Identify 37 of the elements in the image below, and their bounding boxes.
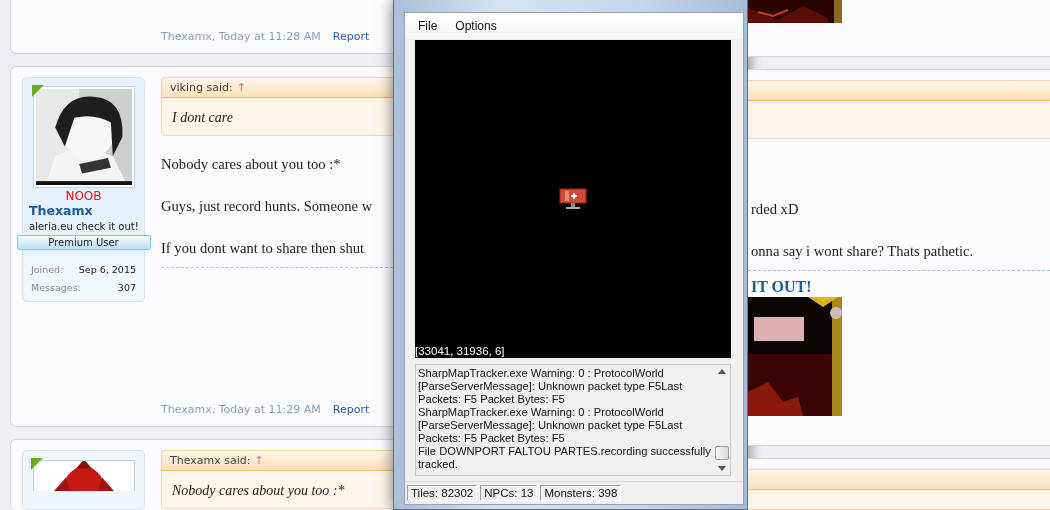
scroll-down-icon[interactable] xyxy=(718,466,726,471)
scroll-thumb[interactable] xyxy=(715,446,729,460)
status-panel: NPCs: 13 xyxy=(480,485,538,501)
stat-value: 307 xyxy=(117,281,136,296)
quote-text: I dont care xyxy=(172,110,233,126)
quote-author: Thexamx said: xyxy=(170,454,251,467)
message-text: Guys, just record hunts. Someone w xyxy=(161,198,373,215)
signature-text: IT OUT! xyxy=(750,276,813,297)
corner-marker-icon xyxy=(30,458,43,470)
stat-label: Joined: xyxy=(31,263,64,278)
message-text: onna say i wont share? Thats pathetic. xyxy=(750,242,974,259)
report-link[interactable]: Report xyxy=(332,30,370,44)
post-meta: Thexamx, Today at 11:29 AM xyxy=(161,403,321,416)
monitor-icon xyxy=(559,188,587,210)
scroll-up-icon[interactable] xyxy=(718,369,726,374)
log-line: SharpMapTracker.exe Warning: 0 : ProtocolWorld [ParseServerMessage]: Unknown packet type F5Last Packets: F5 Packet Bytes: F5 xyxy=(418,406,684,445)
username-link[interactable]: Thexamx xyxy=(23,203,93,220)
status-panel: Monsters: 398 xyxy=(540,485,622,501)
map-coordinates: [33041, 31936, 6] xyxy=(415,345,505,358)
stat-label: Messages: xyxy=(31,281,81,296)
log-line: File DOWNPORT FALTOU PARTES.recording successfully tracked. xyxy=(418,445,712,471)
quote-text: Nobody cares about you too :* xyxy=(172,483,345,498)
log-line: SharpMapTracker.exe Warning: 0 : ProtocolWorld [ParseServerMessage]: Unknown packet type F5Last Packets: F5 Packet Bytes: F5 xyxy=(418,367,684,406)
stat-value: Sep 6, 2015 xyxy=(78,263,136,278)
user-rank: NOOB xyxy=(65,190,102,204)
menu-item[interactable]: File xyxy=(411,17,445,35)
quote-author: viking said: xyxy=(170,81,233,95)
message-text: rded xD xyxy=(750,200,799,217)
report-link[interactable]: Report xyxy=(332,403,370,416)
user-title: aleria.eu check it out! xyxy=(28,220,139,235)
corner-marker-icon xyxy=(31,85,44,98)
message-text: If you dont want to share then shut xyxy=(161,240,365,257)
post-meta: Thexamx, Today at 11:28 AM xyxy=(161,30,321,44)
menu-item[interactable]: Options xyxy=(448,17,504,35)
user-badge: Premium User xyxy=(16,235,151,251)
status-panel: Tiles: 82302 xyxy=(407,485,478,501)
message-text: Nobody cares about you too :* xyxy=(161,156,341,173)
